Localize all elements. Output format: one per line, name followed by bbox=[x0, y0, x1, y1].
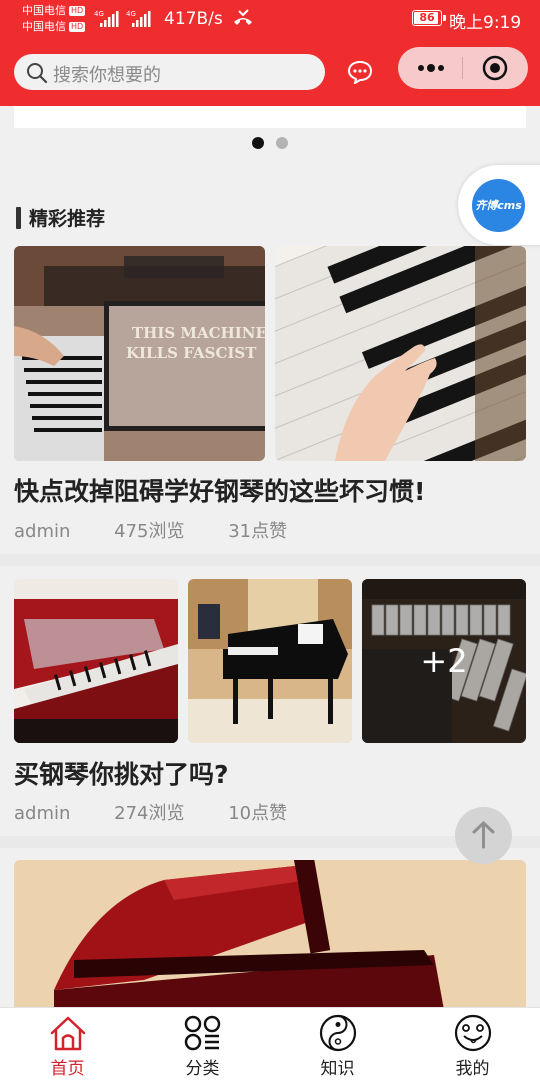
miniprogram-capsule bbox=[398, 47, 528, 89]
home-icon bbox=[50, 1016, 86, 1051]
red-piano-photo bbox=[14, 579, 178, 743]
tab-home[interactable]: 首页 bbox=[0, 1008, 135, 1080]
post-title[interactable]: 买钢琴你挑对了吗? bbox=[14, 755, 229, 791]
carousel-indicator-active[interactable] bbox=[252, 137, 264, 149]
carrier-label-2: 中国电信 HD bbox=[22, 20, 86, 33]
chat-icon[interactable] bbox=[347, 60, 373, 84]
battery-indicator: 86 bbox=[412, 10, 446, 26]
carousel-indicator[interactable] bbox=[276, 137, 288, 149]
more-dots-icon[interactable] bbox=[416, 59, 446, 77]
post-image[interactable] bbox=[14, 860, 526, 1010]
network-speed: 417B/s bbox=[164, 9, 223, 29]
status-time: 晚上9:19 bbox=[449, 13, 522, 33]
arrow-up-icon bbox=[472, 821, 495, 849]
post-image[interactable] bbox=[14, 579, 178, 743]
svg-text:4G: 4G bbox=[126, 10, 136, 18]
post-image-more[interactable]: +2 bbox=[362, 579, 526, 743]
post-image[interactable] bbox=[188, 579, 352, 743]
floating-logo-button[interactable]: 齐博cms bbox=[458, 165, 540, 245]
section-title: 精彩推荐 bbox=[29, 208, 106, 230]
category-icon bbox=[184, 1015, 221, 1051]
piano-photo: THIS MACHINE KILLS FASCIST bbox=[14, 246, 265, 461]
bottom-tab-bar: 首页 分类 知识 我的 bbox=[0, 1007, 540, 1080]
yinyang-icon bbox=[319, 1014, 357, 1052]
tab-label: 首页 bbox=[50, 1059, 85, 1079]
status-bar: 中国电信 HD 中国电信 HD 4G 4G 417B/s 86 晚上9:19 bbox=[0, 0, 540, 40]
more-images-count: +2 bbox=[362, 579, 526, 743]
banner-carousel[interactable] bbox=[14, 106, 526, 128]
divider bbox=[0, 554, 540, 566]
post-image[interactable]: THIS MACHINE KILLS FASCIST bbox=[14, 246, 265, 461]
missed-call-icon bbox=[234, 9, 252, 25]
image-caption-line1: THIS MACHINE bbox=[132, 324, 265, 342]
post-author: admin bbox=[14, 803, 71, 824]
search-icon bbox=[27, 63, 48, 84]
post-views: 274浏览 bbox=[114, 803, 185, 824]
post-author: admin bbox=[14, 521, 71, 542]
back-to-top-button[interactable] bbox=[455, 807, 512, 864]
svg-text:4G: 4G bbox=[94, 10, 104, 18]
post-meta: admin 274浏览 10点赞 bbox=[14, 799, 287, 825]
section-accent-bar bbox=[16, 207, 21, 229]
red-grand-piano-photo bbox=[14, 860, 526, 1010]
tab-label: 分类 bbox=[185, 1059, 220, 1079]
carrier-label-1: 中国电信 HD bbox=[22, 4, 86, 17]
signal-icon: 4G bbox=[94, 10, 119, 27]
post-views: 475浏览 bbox=[114, 521, 185, 542]
grand-piano-photo bbox=[188, 579, 352, 743]
search-placeholder: 搜索你想要的 bbox=[53, 65, 161, 86]
image-caption-line2: KILLS FASCIST bbox=[126, 344, 257, 362]
capsule-divider bbox=[462, 57, 463, 79]
post-likes: 10点赞 bbox=[228, 803, 288, 824]
tab-profile[interactable]: 我的 bbox=[405, 1008, 540, 1080]
search-bar[interactable]: 搜索你想要的 bbox=[14, 54, 325, 90]
brand-logo: 齐博cms bbox=[472, 179, 525, 232]
post-image[interactable] bbox=[275, 246, 526, 461]
close-target-icon[interactable] bbox=[482, 55, 508, 81]
tab-knowledge[interactable]: 知识 bbox=[270, 1008, 405, 1080]
tab-label: 知识 bbox=[320, 1059, 355, 1079]
signal-icon-2: 4G bbox=[126, 10, 151, 27]
post-meta: admin 475浏览 31点赞 bbox=[14, 517, 287, 543]
post-likes: 31点赞 bbox=[228, 521, 288, 542]
app-header: 中国电信 HD 中国电信 HD 4G 4G 417B/s 86 晚上9:19 搜索你… bbox=[0, 0, 540, 106]
tab-label: 我的 bbox=[455, 1059, 490, 1079]
post-title[interactable]: 快点改掉阻碍学好钢琴的这些坏习惯! bbox=[14, 472, 425, 508]
smiley-icon bbox=[454, 1014, 492, 1052]
tab-category[interactable]: 分类 bbox=[135, 1008, 270, 1080]
piano-keys-photo bbox=[275, 246, 526, 461]
